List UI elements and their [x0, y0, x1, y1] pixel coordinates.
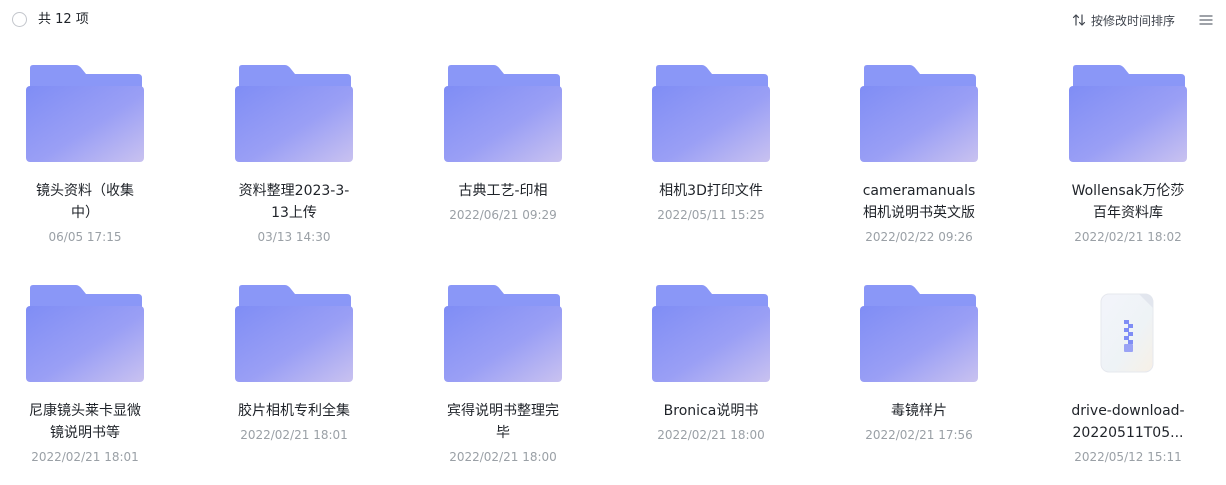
sort-label: 按修改时间排序	[1090, 13, 1175, 28]
modified-time: 2022/02/21 18:00	[657, 428, 765, 442]
modified-time: 2022/02/22 09:26	[865, 230, 973, 244]
folder-icon	[26, 285, 144, 382]
folder-item[interactable]: Bronica说明书 2022/02/21 18:00	[636, 264, 786, 464]
folder-item[interactable]: 毒镜样片 2022/02/21 17:56	[844, 264, 994, 464]
item-name-line: 胶片相机专利全集	[238, 403, 350, 419]
item-name: 镜头资料（收集 中）	[10, 180, 160, 224]
item-name: cameramanuals 相机说明书英文版	[844, 180, 994, 224]
item-name-line: drive-download-	[1071, 403, 1185, 419]
folder-icon	[652, 285, 770, 382]
item-name: 毒镜样片	[844, 400, 994, 422]
item-name-line: 资料整理2023-3-	[238, 183, 350, 199]
folder-icon	[860, 65, 978, 162]
item-name: 胶片相机专利全集	[219, 400, 369, 422]
folder-icon	[444, 285, 562, 382]
modified-time: 2022/05/12 15:11	[1074, 450, 1182, 464]
folder-icon	[652, 65, 770, 162]
modified-time: 06/05 17:15	[48, 230, 122, 244]
file-grid: 镜头资料（收集 中） 06/05 17:15 资料整理2023-3- 13上传 03/1…	[0, 44, 1226, 484]
item-name-line: 尼康镜头莱卡显微	[29, 403, 141, 419]
folder-icon	[444, 65, 562, 162]
folder-icon	[860, 285, 978, 382]
item-name-line: 毒镜样片	[891, 403, 947, 419]
item-name-line: 毕	[496, 425, 510, 441]
item-name: 尼康镜头莱卡显微 镜说明书等	[10, 400, 160, 444]
folder-item[interactable]: 镜头资料（收集 中） 06/05 17:15	[10, 44, 160, 244]
item-name-line: 13上传	[271, 205, 317, 221]
select-all-checkbox[interactable]	[12, 12, 27, 27]
item-name: Wollensak万伦莎 百年资料库	[1053, 180, 1203, 224]
item-name: drive-download- 20220511T05...	[1053, 400, 1203, 444]
item-name-line: 镜头资料（收集	[36, 183, 134, 199]
file-item[interactable]: drive-download- 20220511T05... 2022/05/12 …	[1053, 264, 1203, 464]
modified-time: 2022/06/21 09:29	[449, 208, 557, 222]
modified-time: 2022/02/21 18:01	[31, 450, 139, 464]
folder-item[interactable]: 相机3D打印文件 2022/05/11 15:25	[636, 44, 786, 244]
folder-icon	[235, 285, 353, 382]
modified-time: 2022/02/21 18:01	[240, 428, 348, 442]
modified-time: 2022/02/21 17:56	[865, 428, 973, 442]
toolbar: 共 12 项 按修改时间排序	[0, 0, 1226, 44]
modified-time: 2022/02/21 18:02	[1074, 230, 1182, 244]
folder-item[interactable]: 尼康镜头莱卡显微 镜说明书等 2022/02/21 18:01	[10, 264, 160, 464]
modified-time: 2022/05/11 15:25	[657, 208, 765, 222]
item-name-line: 镜说明书等	[50, 425, 120, 441]
folder-item[interactable]: 古典工艺-印相 2022/06/21 09:29	[428, 44, 578, 244]
item-name: 资料整理2023-3- 13上传	[219, 180, 369, 224]
item-name-line: Bronica说明书	[663, 403, 759, 419]
item-name-line: cameramanuals	[862, 183, 976, 199]
item-name: 宾得说明书整理完毕	[428, 400, 578, 444]
item-name-line: 中）	[71, 205, 99, 221]
item-name-line: 20220511T05...	[1072, 425, 1184, 441]
item-name-line: 百年资料库	[1093, 205, 1163, 221]
folder-item[interactable]: Wollensak万伦莎 百年资料库 2022/02/21 18:02	[1053, 44, 1203, 244]
item-name-line: 相机3D打印文件	[659, 183, 763, 199]
modified-time: 2022/02/21 18:00	[449, 450, 557, 464]
item-name-line: Wollensak万伦莎	[1071, 183, 1185, 199]
folder-icon	[1069, 65, 1187, 162]
list-view-icon[interactable]	[1198, 12, 1214, 28]
folder-item[interactable]: 宾得说明书整理完毕 2022/02/21 18:00	[428, 264, 578, 464]
folder-icon	[235, 65, 353, 162]
sort-button[interactable]: 按修改时间排序	[1071, 10, 1175, 30]
item-name: 相机3D打印文件	[636, 180, 786, 202]
zip-file-icon	[1100, 293, 1154, 373]
folder-item[interactable]: 资料整理2023-3- 13上传 03/13 14:30	[219, 44, 369, 244]
item-name: 古典工艺-印相	[428, 180, 578, 202]
file-browser: 共 12 项 按修改时间排序 镜头资料（收集 中） 06/05 17:15 资料…	[0, 0, 1226, 485]
item-name-line: 古典工艺-印相	[458, 183, 548, 199]
item-name-line: 相机说明书英文版	[863, 205, 975, 221]
folder-item[interactable]: cameramanuals 相机说明书英文版 2022/02/22 09:26	[844, 44, 994, 244]
folder-item[interactable]: 胶片相机专利全集 2022/02/21 18:01	[219, 264, 369, 464]
sort-arrows-icon	[1072, 14, 1086, 26]
folder-icon	[26, 65, 144, 162]
item-name-line: 宾得说明书整理完	[447, 403, 559, 419]
modified-time: 03/13 14:30	[257, 230, 331, 244]
item-name: Bronica说明书	[636, 400, 786, 422]
item-count-label: 共 12 项	[38, 12, 89, 27]
